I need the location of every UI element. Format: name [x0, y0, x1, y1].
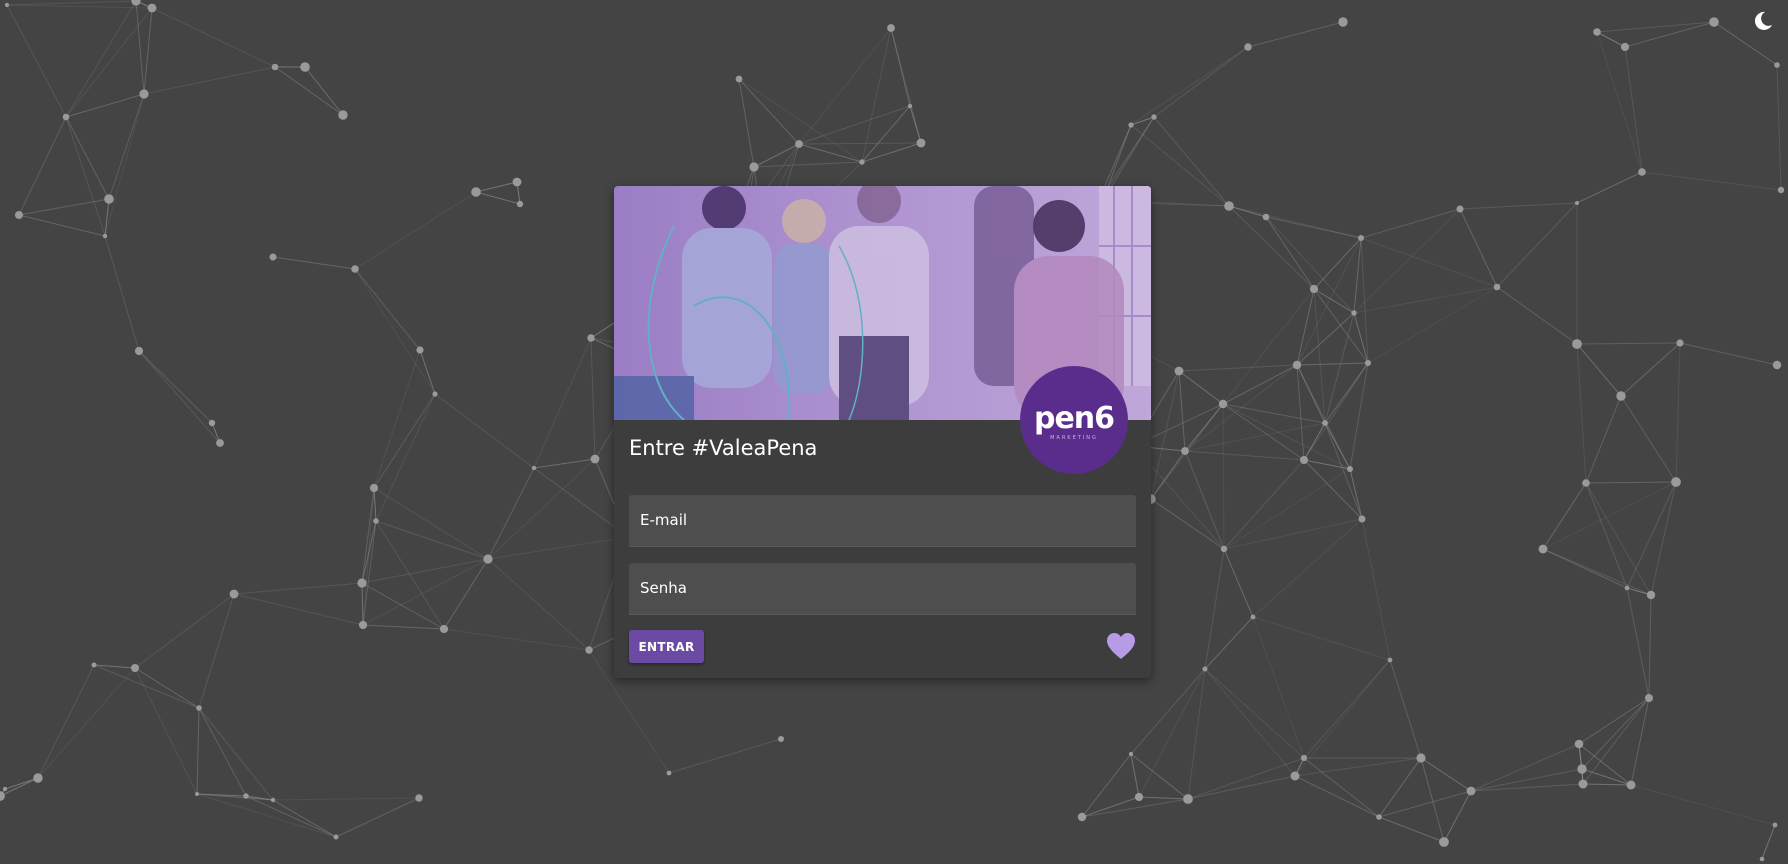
logo-tagline: MARKETING: [1050, 434, 1098, 441]
password-input[interactable]: [629, 563, 1136, 614]
email-field[interactable]: E-mail: [629, 495, 1136, 547]
submit-button[interactable]: ENTRAR: [629, 630, 704, 663]
password-field[interactable]: Senha: [629, 563, 1136, 615]
moon-icon[interactable]: [1752, 10, 1774, 32]
login-card: pen6 MARKETING Entre #ValeaPena E-mail S…: [614, 186, 1151, 678]
login-title: Entre #ValeaPena: [629, 436, 818, 460]
heart-icon[interactable]: [1106, 632, 1136, 660]
logo-wordmark: pen6: [1033, 400, 1115, 436]
email-input[interactable]: [629, 495, 1136, 546]
brand-logo: pen6 MARKETING: [1020, 366, 1128, 474]
